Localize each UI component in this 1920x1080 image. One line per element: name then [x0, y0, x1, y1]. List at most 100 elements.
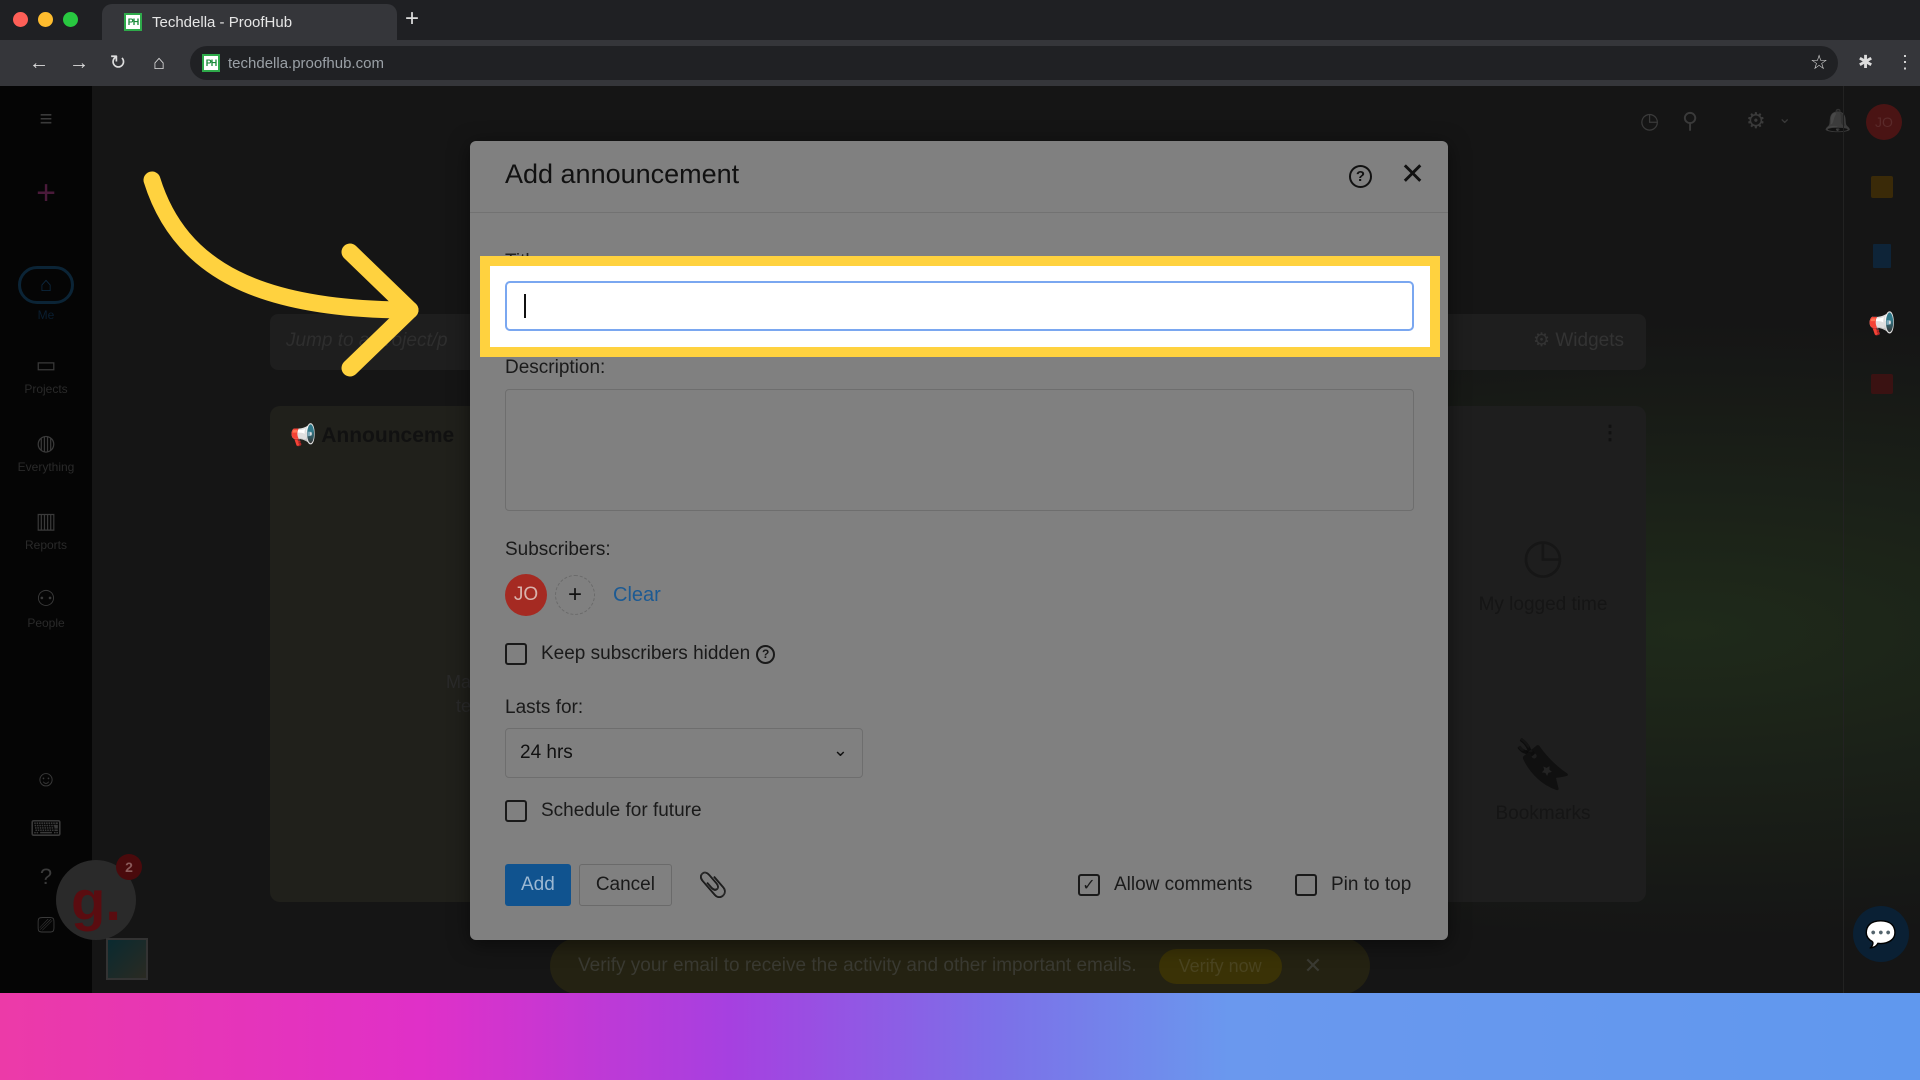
url-omnibox[interactable]: PH techdella.proofhub.com ☆	[190, 46, 1838, 80]
sidebar: ≡ + ⌂ Me ▭ Projects ◍ Everything ▥ Repor…	[0, 86, 92, 993]
announcement-rail-icon[interactable]: 📢	[1862, 304, 1902, 344]
question-circle-icon[interactable]: ?	[756, 644, 776, 664]
widgets-button[interactable]: ⚙ Widgets	[1533, 329, 1624, 352]
bookmark-rail-icon[interactable]	[1873, 244, 1891, 268]
browser-address-bar: ← → ↻ ⌂ PH techdella.proofhub.com ☆ ✱ ⋮	[0, 40, 1920, 86]
url-text: techdella.proofhub.com	[228, 54, 384, 72]
description-label: Description:	[505, 357, 606, 378]
widget-label: My logged time	[1478, 594, 1608, 615]
allow-comments-checkbox[interactable]: ✓	[1078, 874, 1100, 896]
sidebar-item-label: Reports	[24, 538, 68, 552]
g2-logo-icon: g.	[71, 868, 121, 932]
close-icon[interactable]: ✕	[1400, 157, 1425, 193]
announcements-empty-text: Ma te	[446, 672, 472, 716]
browser-menu-icon[interactable]: ⋮	[1896, 52, 1914, 73]
keyboard-icon: ⌨	[30, 816, 62, 841]
home-icon: ⌂	[18, 266, 74, 304]
subscribers-row: JO + Clear	[505, 574, 661, 616]
clock-icon: ◷	[1522, 530, 1564, 583]
right-quick-rail: 📢	[1843, 86, 1920, 993]
video-thumbnail[interactable]	[106, 938, 148, 980]
help-circle-icon[interactable]: ?	[1349, 165, 1372, 188]
chat-smile-icon: ☺	[34, 766, 58, 791]
text-cursor	[524, 294, 526, 318]
cancel-button[interactable]: Cancel	[578, 864, 672, 906]
keep-hidden-label: Keep subscribers hidden	[541, 643, 751, 664]
add-subscriber-button[interactable]: +	[555, 575, 595, 615]
keep-subscribers-hidden-option[interactable]: Keep subscribers hidden ?	[505, 643, 776, 665]
site-favicon-icon: PH	[202, 54, 220, 72]
browser-tab-bar: PH Techdella - ProofHub +	[0, 0, 1920, 40]
window-minimize-button[interactable]	[38, 12, 53, 27]
folder-icon: ▭	[35, 352, 57, 377]
search-icon[interactable]: ⚲	[1682, 108, 1698, 134]
subscriber-avatar[interactable]: JO	[505, 574, 547, 616]
gear-icon: ⚙	[1533, 330, 1551, 351]
chevron-down-icon[interactable]: ⌄	[1778, 108, 1791, 128]
arrow-shaft	[143, 171, 419, 319]
sidebar-item-projects[interactable]: ▭ Projects	[0, 352, 92, 396]
home-icon[interactable]: ⌂	[146, 50, 172, 76]
modal-header: Add announcement ? ✕	[470, 141, 1448, 213]
people-icon: ⚇	[36, 586, 56, 611]
sidebar-item-reports[interactable]: ▥ Reports	[0, 508, 92, 552]
back-arrow-icon[interactable]: ←	[26, 50, 52, 76]
bar-chart-icon: ▥	[35, 508, 57, 533]
chevron-down-icon: ⌄	[832, 740, 848, 760]
timer-icon[interactable]: ◷	[1640, 108, 1659, 134]
extensions-puzzle-icon[interactable]: ✱	[1858, 52, 1873, 73]
keep-hidden-checkbox[interactable]	[505, 643, 527, 665]
g2-widget-button[interactable]: g. 2	[56, 854, 142, 940]
pin-to-top-checkbox[interactable]	[1295, 874, 1317, 896]
sidebar-item-label: People	[27, 616, 65, 630]
plus-icon: +	[36, 174, 56, 212]
notes-icon[interactable]	[1871, 176, 1893, 198]
clear-subscribers-link[interactable]: Clear	[613, 584, 661, 607]
description-editor[interactable]	[505, 389, 1414, 511]
widgets-card: ⋮ ◷ My logged time 🔖 Bookmarks	[1440, 406, 1646, 902]
sidebar-item-label: Projects	[24, 382, 68, 396]
schedule-label: Schedule for future	[541, 800, 702, 821]
verify-email-banner: Verify your email to receive the activit…	[550, 938, 1370, 993]
chat-support-button[interactable]: 💬	[1853, 906, 1909, 962]
pin-to-top-option[interactable]: Pin to top	[1295, 874, 1411, 896]
sidebar-item-people[interactable]: ⚇ People	[0, 586, 92, 630]
add-button[interactable]: Add	[505, 864, 571, 906]
new-tab-button[interactable]: +	[405, 6, 419, 32]
close-banner-icon[interactable]: ✕	[1304, 953, 1322, 979]
curved-arrow-annotation	[143, 171, 419, 377]
window-close-button[interactable]	[13, 12, 28, 27]
lasts-for-label: Lasts for:	[505, 697, 584, 718]
browser-tab-active[interactable]: PH Techdella - ProofHub	[102, 4, 397, 40]
subscribers-label: Subscribers:	[505, 539, 611, 560]
window-maximize-button[interactable]	[63, 12, 78, 27]
sidebar-item-everything[interactable]: ◍ Everything	[0, 430, 92, 474]
sidebar-item-me[interactable]: ⌂ Me	[0, 266, 92, 322]
verify-banner-text: Verify your email to receive the activit…	[578, 955, 1137, 976]
widget-my-logged-time[interactable]: ◷ My logged time	[1440, 528, 1646, 616]
reload-icon[interactable]: ↻	[105, 50, 131, 76]
lasts-for-select[interactable]: 24 hrs ⌄	[505, 728, 863, 778]
g2-badge: 2	[116, 854, 142, 880]
bookmark-star-icon[interactable]: ☆	[1810, 50, 1828, 75]
keyboard-shortcuts-button[interactable]: ⌨	[0, 816, 92, 846]
settings-gear-icon[interactable]: ⚙	[1746, 108, 1766, 134]
verify-now-button[interactable]: Verify now	[1158, 948, 1282, 984]
calendar-rail-icon[interactable]	[1871, 374, 1893, 394]
sidebar-add-button[interactable]: +	[0, 174, 92, 217]
allow-comments-option[interactable]: ✓ Allow comments	[1078, 874, 1252, 896]
schedule-for-future-option[interactable]: Schedule for future	[505, 800, 702, 822]
widget-bookmarks[interactable]: 🔖 Bookmarks	[1440, 736, 1646, 825]
more-options-icon[interactable]: ⋮	[1600, 420, 1620, 445]
sidebar-item-label: Me	[37, 308, 55, 322]
title-field-highlight	[480, 256, 1440, 357]
schedule-checkbox[interactable]	[505, 800, 527, 822]
pin-to-top-label: Pin to top	[1331, 874, 1412, 895]
sidebar-menu-toggle[interactable]: ≡	[0, 106, 92, 136]
feedback-button[interactable]: ☺	[0, 766, 92, 796]
paperclip-icon[interactable]: 📎	[698, 871, 728, 900]
title-input[interactable]	[505, 281, 1414, 331]
widgets-label: Widgets	[1555, 330, 1624, 351]
forward-arrow-icon[interactable]: →	[66, 50, 92, 76]
lasts-for-value: 24 hrs	[520, 742, 573, 763]
